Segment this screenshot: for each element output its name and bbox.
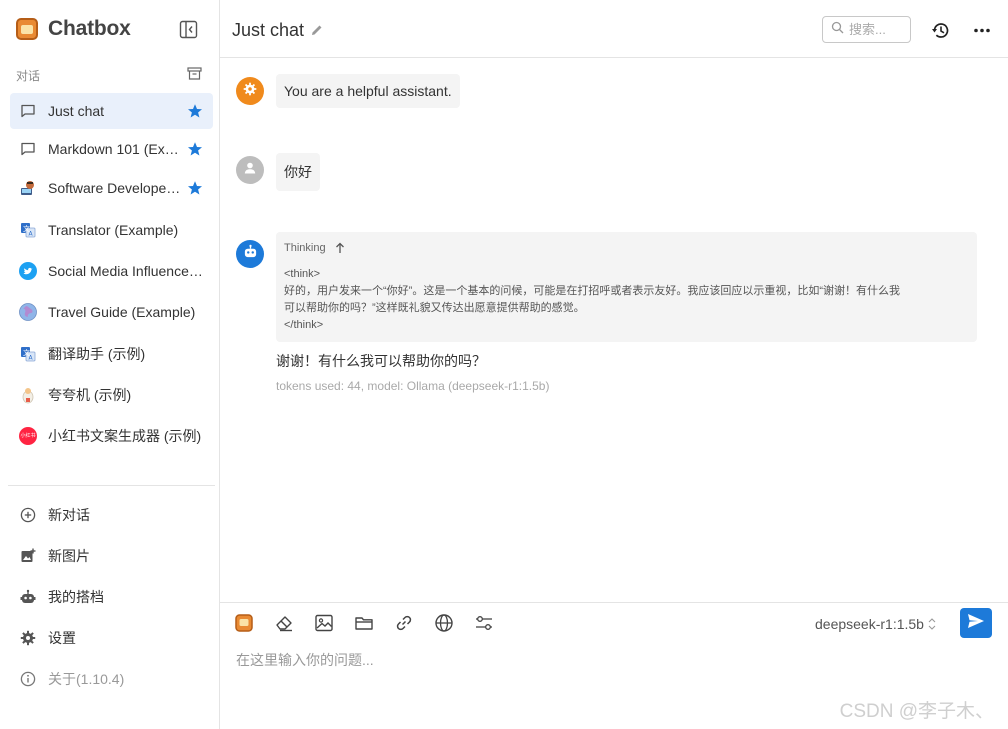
more-options-icon[interactable] xyxy=(972,21,992,40)
archive-icon[interactable] xyxy=(187,66,202,81)
search-box[interactable] xyxy=(822,16,911,43)
folder-icon[interactable] xyxy=(354,613,374,633)
chat-bubble-icon xyxy=(19,140,37,158)
edit-pencil-icon[interactable] xyxy=(310,23,324,37)
star-icon[interactable] xyxy=(187,141,203,157)
sidebar: Chatbox 对话 Just chat Markdown 101 (Exa S… xyxy=(0,0,220,729)
link-icon[interactable] xyxy=(394,613,414,633)
conversation-label: Social Media Influencer (Example) xyxy=(48,263,203,279)
globe-avatar-icon xyxy=(19,303,37,321)
watermark: CSDN @李子木、 xyxy=(839,701,994,722)
system-avatar xyxy=(236,77,264,105)
new-image-label: 新图片 xyxy=(48,547,90,564)
assistant-avatar xyxy=(236,240,264,268)
chat-header: Just chat xyxy=(220,0,1008,58)
conversation-label: Markdown 101 (Example) xyxy=(48,141,183,157)
about-label: 关于(1.10.4) xyxy=(48,670,125,687)
message-meta: tokens used: 44, model: Ollama (deepseek… xyxy=(276,379,550,393)
gear-icon xyxy=(243,82,257,101)
cheer-avatar-icon xyxy=(19,386,37,404)
globe-icon[interactable] xyxy=(434,613,454,633)
about-button[interactable]: 关于(1.10.4) xyxy=(10,658,213,699)
chat-main: Just chat You are a helpful ass xyxy=(220,0,1008,729)
sidebar-item-kuakuaji[interactable]: 夸夸机 (示例) xyxy=(10,377,213,413)
settings-label: 设置 xyxy=(48,629,76,646)
conversation-label: 翻译助手 (示例) xyxy=(48,346,146,362)
settings-sliders-icon[interactable] xyxy=(474,613,494,633)
sidebar-item-just-chat[interactable]: Just chat xyxy=(10,93,213,129)
robot-icon xyxy=(19,588,37,606)
gear-icon xyxy=(19,629,37,647)
search-icon xyxy=(831,21,844,39)
assistant-message: 谢谢！有什么我可以帮助你的吗？ xyxy=(276,353,486,369)
sidebar-item-travel-guide[interactable]: Travel Guide (Example) xyxy=(10,294,213,330)
my-copilots-button[interactable]: 我的搭档 xyxy=(10,576,213,617)
chatbox-logo-icon[interactable] xyxy=(234,613,254,633)
thinking-label: Thinking xyxy=(284,242,326,254)
my-copilots-label: 我的搭档 xyxy=(48,588,104,605)
conversation-list: Just chat Markdown 101 (Example) xyxy=(10,93,213,454)
user-avatar xyxy=(236,156,264,184)
twitter-bird-icon xyxy=(19,262,37,280)
star-icon[interactable] xyxy=(187,180,203,196)
sidebar-item-software-developer[interactable]: Software Developer (Example) xyxy=(10,170,213,206)
robot-icon xyxy=(243,244,258,264)
sidebar-item-xiaohongshu[interactable]: 小红书 小红书文案生成器 (示例) xyxy=(10,418,213,454)
search-input[interactable] xyxy=(849,22,905,37)
thinking-block: Thinking <think> 好的，用户发来一个“你好”。这是一个基本的问候… xyxy=(276,232,977,342)
sidebar-item-markdown-101[interactable]: Markdown 101 (Example) xyxy=(10,131,213,167)
user-message: 你好 xyxy=(276,153,320,191)
model-selector[interactable]: deepseek-r1:1.5b xyxy=(815,616,936,632)
thinking-content: <think> 好的，用户发来一个“你好”。这是一个基本的问候，可能是在打招呼或… xyxy=(284,266,969,334)
model-name: deepseek-r1:1.5b xyxy=(815,616,924,632)
developer-avatar-icon xyxy=(19,179,37,197)
info-icon xyxy=(19,670,37,688)
translator-avatar-icon: 文A xyxy=(19,345,37,363)
system-message: You are a helpful assistant. xyxy=(276,74,460,108)
sidebar-divider xyxy=(8,485,215,486)
brand: Chatbox xyxy=(16,17,131,41)
conversation-label: Travel Guide (Example) xyxy=(48,304,196,320)
send-icon xyxy=(967,613,985,634)
collapse-sidebar-icon[interactable] xyxy=(179,20,198,39)
image-icon[interactable] xyxy=(314,613,334,633)
app-name: Chatbox xyxy=(48,17,131,40)
conversations-section-label: 对话 xyxy=(16,69,41,83)
thinking-text-line: 可以帮助你的吗？”这样既礼貌又传达出愿意提供帮助的感觉。 xyxy=(284,302,585,314)
history-icon[interactable] xyxy=(931,21,950,40)
star-icon[interactable] xyxy=(187,103,203,119)
settings-button[interactable]: 设置 xyxy=(10,617,213,658)
thinking-toggle[interactable]: Thinking xyxy=(284,241,969,255)
sidebar-item-social-media-influencer[interactable]: Social Media Influencer (Example) xyxy=(10,253,213,289)
add-photo-icon xyxy=(19,547,37,565)
person-icon xyxy=(243,161,257,180)
conversation-label: 小红书文案生成器 (示例) xyxy=(48,428,202,444)
conversation-label: Translator (Example) xyxy=(48,222,179,238)
updown-chevron-icon xyxy=(928,617,936,631)
send-button[interactable] xyxy=(960,608,992,638)
sidebar-bottom-menu: 新对话 新图片 我的搭档 设置 关于(1.10.4) xyxy=(10,494,213,699)
thinking-close-tag: </think> xyxy=(284,319,324,331)
chatbox-logo-icon xyxy=(16,18,38,40)
thinking-open-tag: <think> xyxy=(284,268,321,280)
new-chat-button[interactable]: 新对话 xyxy=(10,494,213,535)
sidebar-item-translator[interactable]: 文A Translator (Example) xyxy=(10,212,213,248)
conversation-label: 夸夸机 (示例) xyxy=(48,387,132,403)
new-image-button[interactable]: 新图片 xyxy=(10,535,213,576)
sidebar-item-fanyi-zhushou[interactable]: 文A 翻译助手 (示例) xyxy=(10,336,213,372)
collapse-arrow-up-icon xyxy=(335,242,345,254)
translator-avatar-icon: 文A xyxy=(19,221,37,239)
thinking-text-line: 好的，用户发来一个“你好”。这是一个基本的问候，可能是在打招呼或者表示友好。我应… xyxy=(284,285,900,297)
conversation-label: Just chat xyxy=(48,103,105,119)
chat-bubble-icon xyxy=(19,102,37,120)
message-input[interactable] xyxy=(236,649,976,671)
new-chat-label: 新对话 xyxy=(48,506,90,523)
conversation-label: Software Developer (Example) xyxy=(48,180,183,196)
plus-circle-icon xyxy=(19,506,37,524)
xiaohongshu-avatar-icon: 小红书 xyxy=(19,427,37,445)
chat-title: Just chat xyxy=(232,20,305,40)
app-window: Chatbox 对话 Just chat Markdown 101 (Exa S… xyxy=(0,0,1008,729)
xiaohongshu-badge-text: 小红书 xyxy=(20,432,36,439)
eraser-icon[interactable] xyxy=(274,613,294,633)
